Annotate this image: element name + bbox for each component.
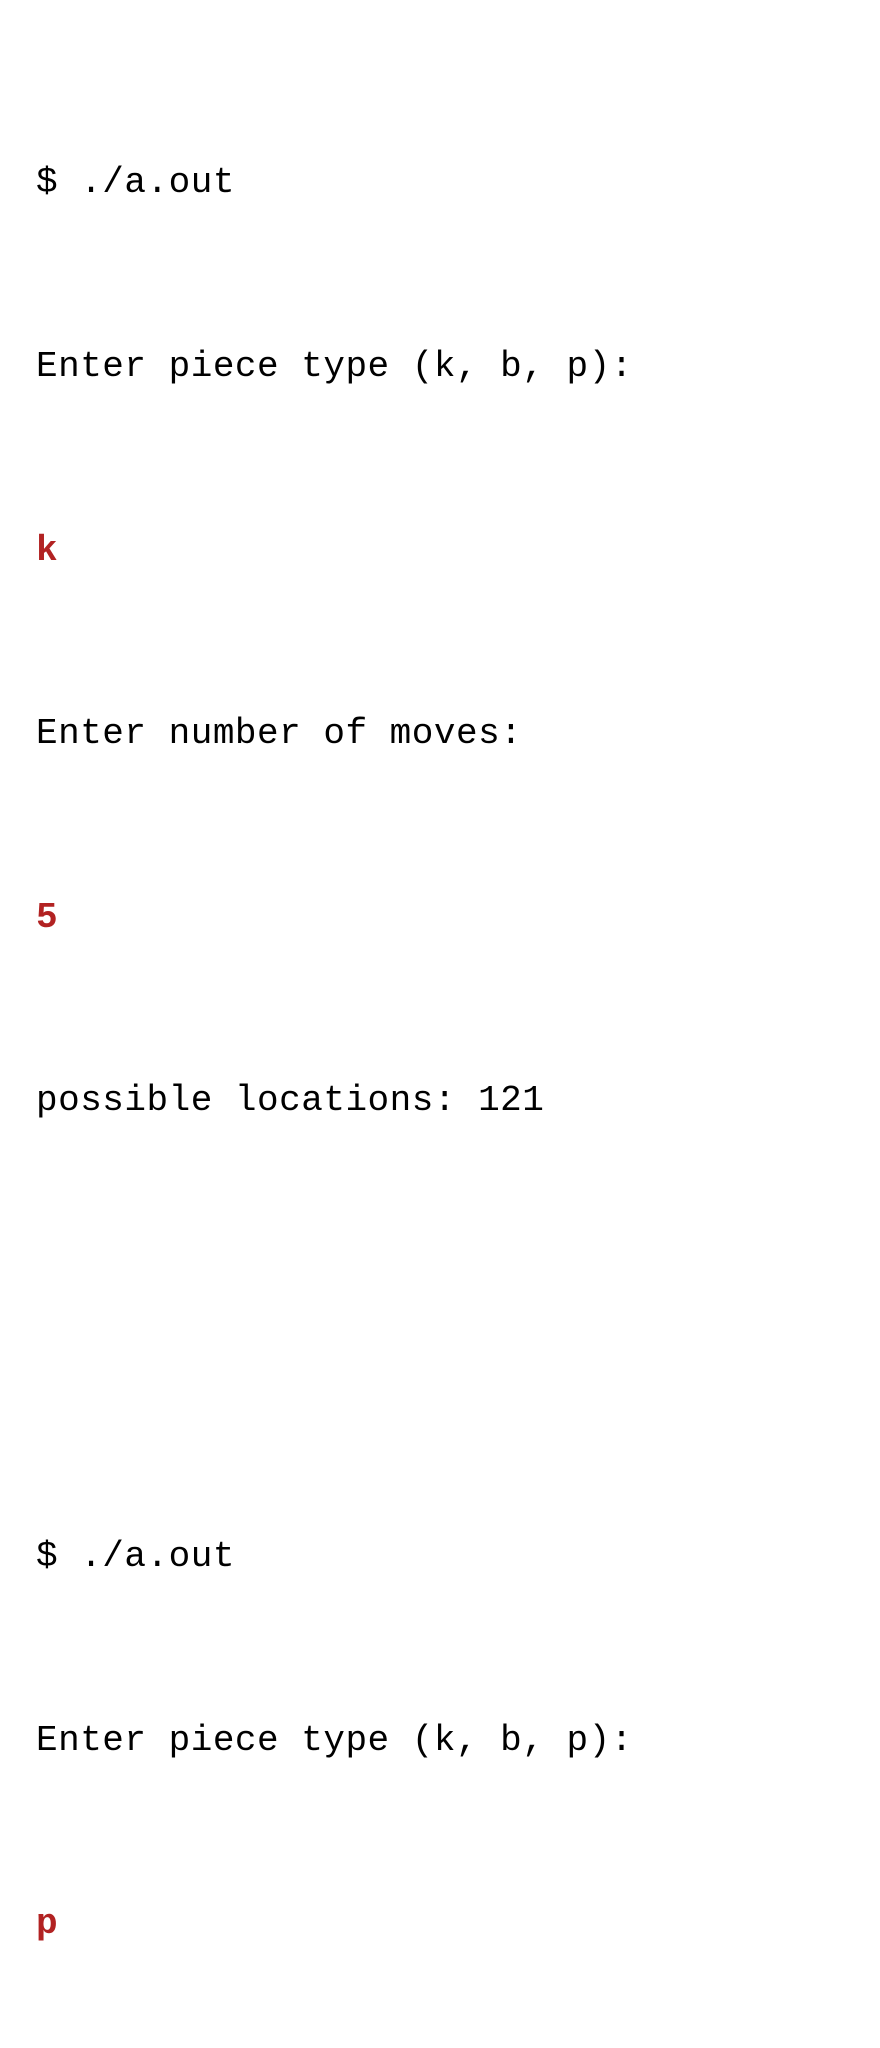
piece-type-prompt: Enter piece type (k, b, p): [36, 336, 844, 397]
result-line: possible locations: 121 [36, 1070, 844, 1131]
command-line: $ ./a.out [36, 1526, 844, 1587]
terminal-session: $ ./a.out Enter piece type (k, b, p): p … [36, 1404, 844, 2048]
terminal-page: $ ./a.out Enter piece type (k, b, p): k … [0, 0, 880, 2048]
command-line: $ ./a.out [36, 152, 844, 213]
piece-type-prompt: Enter piece type (k, b, p): [36, 1710, 844, 1771]
piece-type-input[interactable]: k [36, 520, 844, 581]
piece-type-input[interactable]: p [36, 1893, 844, 1954]
moves-prompt: Enter number of moves: [36, 703, 844, 764]
moves-input[interactable]: 5 [36, 887, 844, 948]
terminal-session: $ ./a.out Enter piece type (k, b, p): k … [36, 30, 844, 1254]
